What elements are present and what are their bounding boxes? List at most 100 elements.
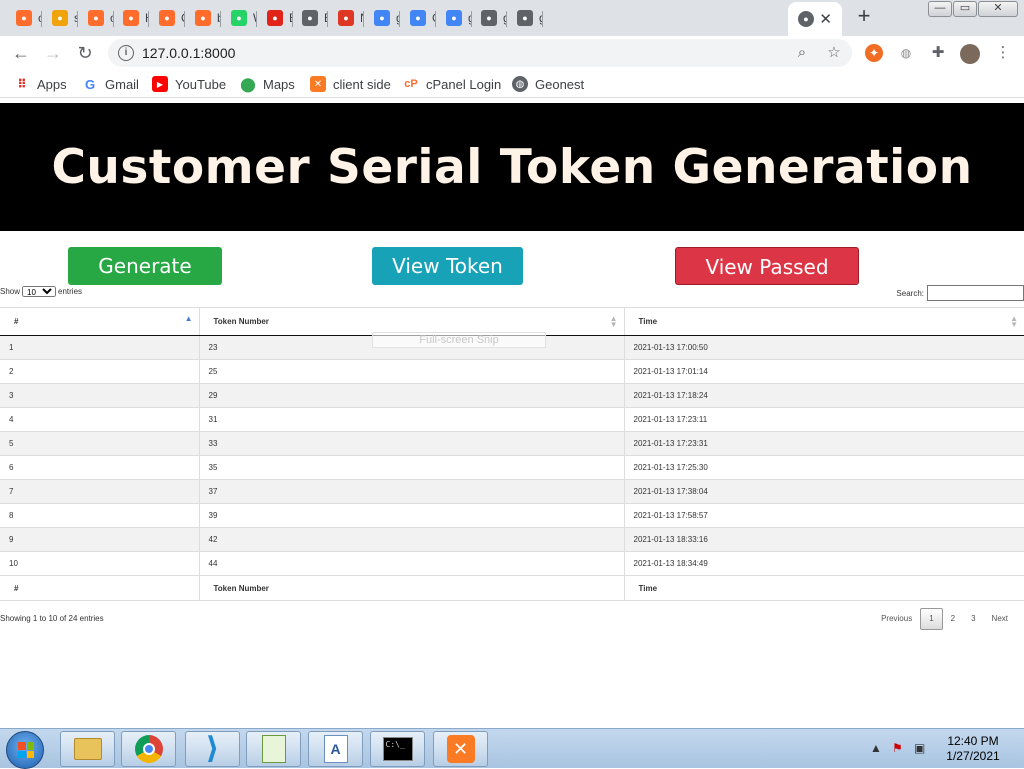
taskbar-cmd[interactable]: C:\_ bbox=[370, 731, 425, 767]
action-center-flag-icon[interactable]: ⚑ bbox=[892, 741, 903, 755]
page-button-1[interactable]: 1 bbox=[920, 608, 943, 630]
bookmarks-bar: ⠿ Apps G Gmail ▶ YouTube ⬤ Maps ✕ client… bbox=[0, 70, 1024, 98]
google-icon: ● bbox=[374, 10, 390, 26]
forward-button[interactable]: → bbox=[40, 40, 66, 66]
page-length-select[interactable]: 10 bbox=[22, 286, 57, 297]
cpanel-icon: ● bbox=[88, 10, 104, 26]
table-row: 9 42 2021-01-13 18:33:16 bbox=[0, 527, 1024, 552]
taskbar-clock[interactable]: 12:40 PM 1/27/2021 bbox=[932, 734, 1014, 764]
tab-12[interactable]: ●Gc bbox=[400, 4, 436, 32]
new-tab-button[interactable]: + bbox=[852, 5, 876, 29]
url-text[interactable]: 127.0.0.1:8000 bbox=[142, 45, 235, 61]
taskbar-text-editor[interactable]: A bbox=[308, 731, 363, 767]
tab-8[interactable]: ●Bi bbox=[257, 4, 293, 32]
previous-page-button[interactable]: Previous bbox=[873, 609, 920, 629]
minimize-button[interactable]: — bbox=[928, 1, 952, 17]
taskbar-notepad-plus-plus[interactable] bbox=[246, 731, 301, 767]
tab-1[interactable]: ●cP bbox=[6, 4, 42, 32]
column-header-number[interactable]: # ▲ bbox=[0, 307, 199, 336]
token-number-cell: 29 bbox=[198, 383, 624, 408]
profile-avatar[interactable] bbox=[960, 44, 980, 64]
globe-icon: ● bbox=[481, 10, 497, 26]
extension-globe-icon[interactable]: ◍ bbox=[897, 44, 915, 62]
footer-token-number: Token Number bbox=[198, 575, 624, 601]
view-token-list-button[interactable]: View Token List bbox=[372, 247, 523, 316]
sort-icon[interactable]: ▲ ▼ bbox=[1010, 315, 1018, 329]
tab-11[interactable]: ●gc bbox=[364, 4, 400, 32]
start-button[interactable] bbox=[6, 731, 44, 769]
bookmark-geonest[interactable]: ◍ Geonest bbox=[512, 76, 584, 92]
token-number-cell: 37 bbox=[198, 479, 624, 504]
bookmark-star-icon[interactable]: ☆ bbox=[824, 43, 844, 63]
maximize-button[interactable]: ▭ bbox=[953, 1, 977, 17]
tab-4[interactable]: ●Ho bbox=[113, 4, 149, 32]
row-number-cell: 6 bbox=[0, 455, 199, 480]
zoom-icon[interactable]: ⌕ bbox=[792, 43, 812, 63]
row-number-cell: 7 bbox=[0, 479, 199, 504]
tab-2[interactable]: ●sx bbox=[42, 4, 78, 32]
token-number-cell: 35 bbox=[198, 455, 624, 480]
extension-orange-icon[interactable]: ✦ bbox=[865, 44, 883, 62]
bookmark-client-side[interactable]: ✕ client side bbox=[310, 76, 391, 92]
back-button[interactable]: ← bbox=[8, 40, 34, 66]
maps-pin-icon: ⬤ bbox=[240, 75, 256, 92]
entries-label: entries bbox=[58, 287, 83, 296]
token-number-cell: 39 bbox=[198, 503, 624, 528]
page-button-2[interactable]: 2 bbox=[943, 609, 963, 629]
extensions-puzzle-icon[interactable]: ✚ bbox=[929, 44, 947, 62]
full-screen-snip-overlay[interactable]: Full-screen Snip bbox=[372, 332, 546, 348]
time-cell: 2021-01-13 17:25:30 bbox=[623, 455, 1024, 480]
show-hidden-icons-icon[interactable]: ▲ bbox=[870, 741, 882, 755]
table-footer-row: # Token Number Time bbox=[0, 575, 1024, 601]
tab-13[interactable]: ●ga bbox=[436, 4, 472, 32]
chrome-icon bbox=[134, 735, 163, 763]
close-window-button[interactable]: ✕ bbox=[978, 1, 1018, 17]
taskbar-xampp[interactable]: ✕ bbox=[433, 731, 488, 767]
tab-15[interactable]: ●ga bbox=[507, 4, 543, 32]
address-bar[interactable]: i 127.0.0.1:8000 ⌕ ☆ bbox=[108, 39, 852, 67]
browser-tabstrip: ●cP●sx●cP●Ho●Ca●bi●W●Bi●BI●Na●gc●Gc●ga●g… bbox=[0, 0, 1024, 36]
tab-5[interactable]: ●Ca bbox=[149, 4, 185, 32]
tab-3[interactable]: ●cP bbox=[78, 4, 114, 32]
tab-7[interactable]: ●W bbox=[221, 4, 257, 32]
row-number-cell: 3 bbox=[0, 383, 199, 408]
generate-token-button[interactable]: Generate Token bbox=[68, 247, 222, 316]
tab-6[interactable]: ●bi bbox=[185, 4, 221, 32]
bookmark-label: Apps bbox=[37, 76, 67, 92]
sort-ascending-icon[interactable]: ▲ bbox=[185, 315, 193, 323]
search-input[interactable] bbox=[927, 285, 1024, 301]
bitdefender-icon: ● bbox=[267, 10, 283, 26]
tab-9[interactable]: ●BI bbox=[292, 4, 328, 32]
network-icon[interactable]: ▣ bbox=[914, 741, 925, 755]
reload-button[interactable]: ↻ bbox=[72, 40, 98, 66]
page-button-3[interactable]: 3 bbox=[963, 609, 983, 629]
bookmark-apps[interactable]: ⠿ Apps bbox=[14, 76, 67, 92]
bookmark-youtube[interactable]: ▶ YouTube bbox=[152, 76, 226, 92]
column-header-time[interactable]: Time ▲ ▼ bbox=[623, 307, 1024, 336]
view-passed-token-button[interactable]: View Passed Token bbox=[675, 247, 859, 317]
column-label: Token Number bbox=[213, 317, 269, 326]
taskbar-vscode[interactable]: ⟩ bbox=[185, 731, 240, 767]
close-tab-icon[interactable]: ✕ bbox=[819, 10, 832, 28]
tab-active[interactable]: ● ✕ bbox=[788, 2, 842, 36]
globe-icon: ● bbox=[798, 11, 814, 27]
bookmark-maps[interactable]: ⬤ Maps bbox=[240, 76, 295, 92]
search-label: Search: bbox=[896, 288, 924, 298]
sort-icon[interactable]: ▲ ▼ bbox=[610, 315, 618, 329]
menu-kebab-icon[interactable]: ⋮ bbox=[994, 44, 1012, 62]
table-row: 6 35 2021-01-13 17:25:30 bbox=[0, 455, 1024, 480]
tab-10[interactable]: ●Na bbox=[328, 4, 364, 32]
namecheap-icon: ● bbox=[338, 10, 354, 26]
taskbar-chrome[interactable] bbox=[121, 731, 176, 767]
next-page-button[interactable]: Next bbox=[984, 609, 1016, 629]
table-row: 10 44 2021-01-13 18:34:49 bbox=[0, 551, 1024, 576]
bookmark-cpanel-login[interactable]: cP cPanel Login bbox=[403, 76, 501, 92]
table-search: Search: bbox=[896, 285, 1024, 301]
tab-14[interactable]: ●ga bbox=[471, 4, 507, 32]
site-info-icon[interactable]: i bbox=[118, 45, 134, 61]
bookmark-gmail[interactable]: G Gmail bbox=[82, 76, 139, 92]
vscode-icon: ⟩ bbox=[205, 732, 220, 765]
table-row: 7 37 2021-01-13 17:38:04 bbox=[0, 479, 1024, 504]
time-cell: 2021-01-13 18:34:49 bbox=[623, 551, 1024, 576]
taskbar-file-explorer[interactable] bbox=[60, 731, 115, 767]
